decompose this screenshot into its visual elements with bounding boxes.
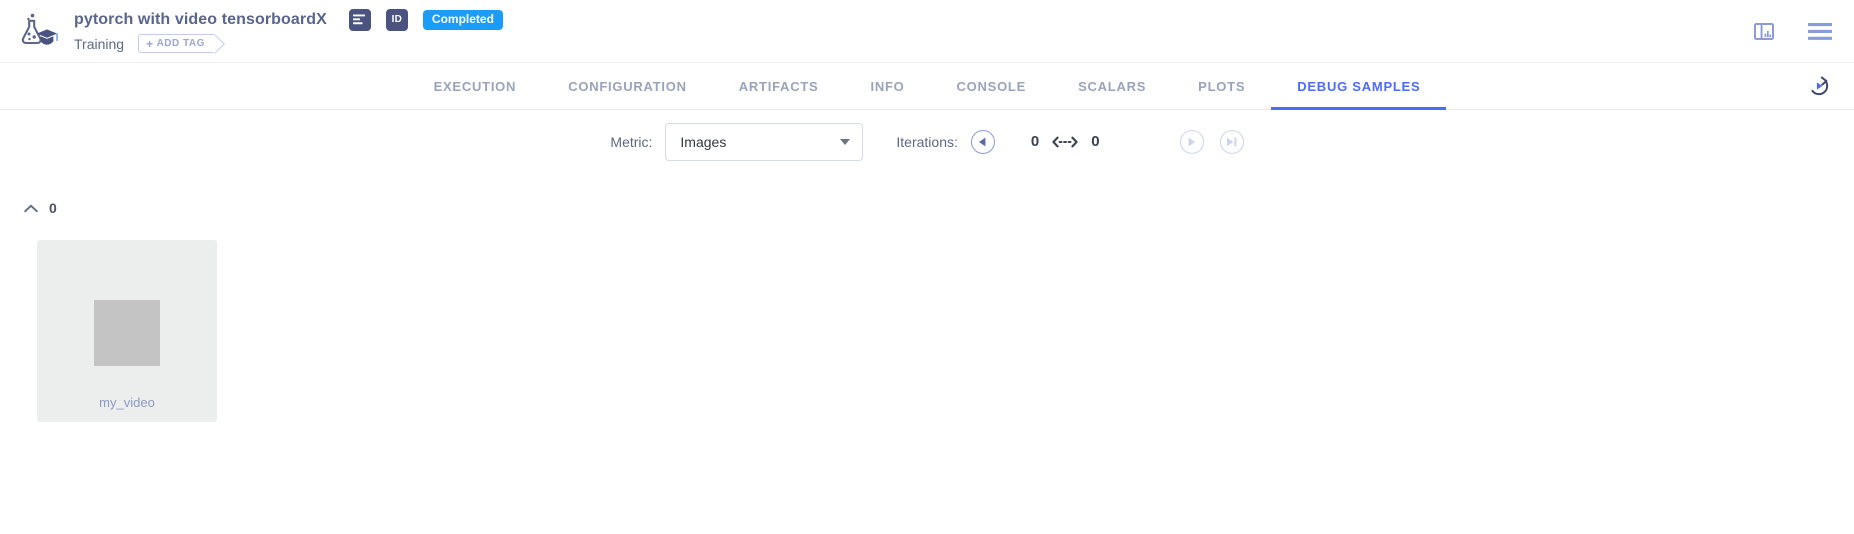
tab-debug-samples[interactable]: DEBUG SAMPLES bbox=[1271, 63, 1446, 109]
iteration-range: 0 0 bbox=[1031, 133, 1100, 150]
experiment-title-row: pytorch with video tensorboardX ID Compl… bbox=[74, 9, 503, 31]
description-icon[interactable] bbox=[349, 9, 371, 31]
tab-info[interactable]: INFO bbox=[844, 63, 930, 109]
header-actions bbox=[1754, 23, 1832, 40]
chevron-up-icon bbox=[24, 201, 38, 215]
tab-execution[interactable]: EXECUTION bbox=[408, 63, 543, 109]
tab-plots[interactable]: PLOTS bbox=[1172, 63, 1271, 109]
tab-configuration[interactable]: CONFIGURATION bbox=[542, 63, 713, 109]
iteration-start-value: 0 bbox=[1031, 133, 1039, 150]
skip-to-end-button[interactable] bbox=[1220, 130, 1244, 154]
auto-refresh-icon[interactable] bbox=[1808, 75, 1830, 97]
id-badge-label: ID bbox=[392, 14, 403, 25]
metric-select[interactable]: Images bbox=[665, 123, 863, 161]
tab-console[interactable]: CONSOLE bbox=[931, 63, 1053, 109]
hamburger-menu-icon[interactable] bbox=[1808, 23, 1832, 40]
experiment-title-block: pytorch with video tensorboardX ID Compl… bbox=[74, 9, 503, 54]
experiment-type-label: Training bbox=[74, 36, 124, 52]
tab-list: EXECUTION CONFIGURATION ARTIFACTS INFO C… bbox=[408, 63, 1447, 109]
tab-scalars[interactable]: SCALARS bbox=[1052, 63, 1172, 109]
status-badge: Completed bbox=[423, 10, 503, 30]
experiment-subtitle-row: Training + ADD TAG bbox=[74, 34, 503, 54]
debug-samples-content: 0 my_video bbox=[0, 173, 1854, 422]
iterations-label: Iterations: bbox=[896, 134, 957, 150]
split-panel-icon[interactable] bbox=[1754, 23, 1774, 40]
debug-sample-card[interactable]: my_video bbox=[37, 240, 217, 422]
play-button[interactable] bbox=[1180, 130, 1204, 154]
sample-group-header[interactable]: 0 bbox=[0, 197, 1854, 219]
image-placeholder bbox=[94, 300, 160, 366]
id-badge-icon[interactable]: ID bbox=[386, 9, 408, 31]
left-right-arrow-icon bbox=[1052, 136, 1078, 148]
playback-controls bbox=[1180, 130, 1244, 154]
app-header: pytorch with video tensorboardX ID Compl… bbox=[0, 0, 1854, 63]
add-tag-button[interactable]: + ADD TAG bbox=[138, 34, 214, 53]
tab-bar: EXECUTION CONFIGURATION ARTIFACTS INFO C… bbox=[0, 63, 1854, 110]
add-tag-label: ADD TAG bbox=[157, 38, 205, 49]
iteration-navigation: 0 0 bbox=[971, 130, 1244, 154]
sample-group-label: 0 bbox=[49, 200, 57, 216]
metric-selected-value: Images bbox=[680, 134, 840, 150]
chevron-down-icon bbox=[840, 139, 850, 145]
debug-samples-controls: Metric: Images Iterations: 0 0 bbox=[0, 110, 1854, 173]
iteration-end-value: 0 bbox=[1091, 133, 1099, 150]
page-title: pytorch with video tensorboardX bbox=[74, 11, 327, 29]
flask-graduation-cap-icon bbox=[14, 8, 60, 54]
sample-thumbnail-row: my_video bbox=[0, 240, 1854, 422]
tab-artifacts[interactable]: ARTIFACTS bbox=[713, 63, 845, 109]
debug-sample-caption: my_video bbox=[37, 395, 217, 410]
plus-icon: + bbox=[146, 38, 154, 50]
previous-iteration-button[interactable] bbox=[971, 130, 995, 154]
metric-label: Metric: bbox=[610, 134, 652, 150]
